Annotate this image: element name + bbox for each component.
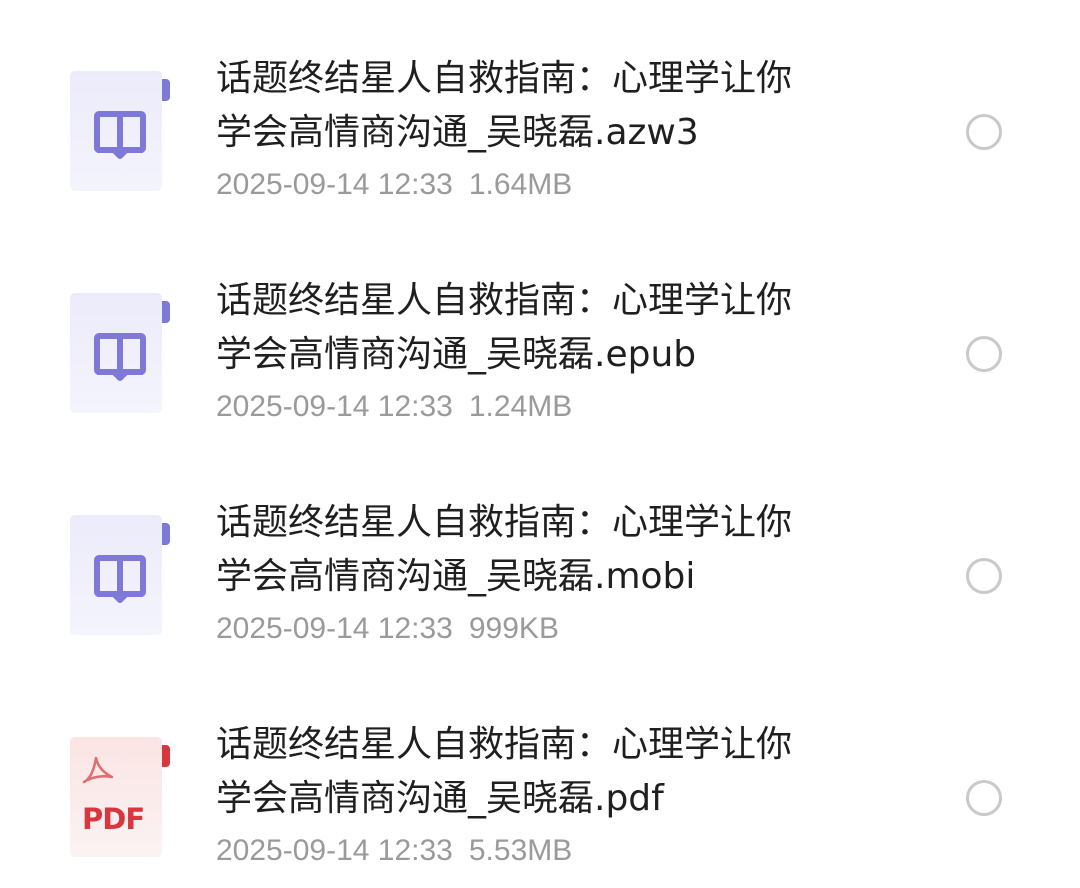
ebook-icon: [70, 293, 170, 413]
file-row[interactable]: 话题终结星人自救指南：心理学让你 学会高情商沟通_吴晓磊.mobi 2025-0…: [0, 444, 1080, 666]
file-row[interactable]: 话题终结星人自救指南：心理学让你 学会高情商沟通_吴晓磊.epub 2025-0…: [0, 222, 1080, 444]
file-meta: 2025-09-14 12:33 5.53MB: [216, 834, 572, 868]
select-radio[interactable]: [966, 114, 1002, 150]
file-name: 话题终结星人自救指南：心理学让你 学会高情商沟通_吴晓磊.mobi: [216, 496, 856, 604]
file-meta: 2025-09-14 12:33 999KB: [216, 612, 559, 646]
acrobat-logo-icon: [82, 756, 114, 784]
file-size: 1.24MB: [468, 390, 573, 423]
file-name-line1: 话题终结星人自救指南：心理学让你: [216, 280, 793, 321]
file-name-line1: 话题终结星人自救指南：心理学让你: [216, 724, 793, 765]
file-date: 2025-09-14 12:33: [216, 168, 453, 201]
select-radio[interactable]: [966, 336, 1002, 372]
file-date: 2025-09-14 12:33: [216, 834, 453, 867]
pdf-label: PDF: [82, 802, 145, 836]
file-name-line2: 学会高情商沟通_吴晓磊.mobi: [216, 556, 696, 597]
file-date: 2025-09-14 12:33: [216, 390, 453, 423]
file-name: 话题终结星人自救指南：心理学让你 学会高情商沟通_吴晓磊.azw3: [216, 52, 856, 160]
file-row[interactable]: PDF 话题终结星人自救指南：心理学让你 学会高情商沟通_吴晓磊.pdf 202…: [0, 666, 1080, 888]
file-row[interactable]: 话题终结星人自救指南：心理学让你 学会高情商沟通_吴晓磊.azw3 2025-0…: [0, 0, 1080, 222]
file-list: 话题终结星人自救指南：心理学让你 学会高情商沟通_吴晓磊.azw3 2025-0…: [0, 0, 1080, 882]
file-size: 1.64MB: [468, 168, 573, 201]
file-name-line1: 话题终结星人自救指南：心理学让你: [216, 502, 793, 543]
select-radio[interactable]: [966, 558, 1002, 594]
file-name-line2: 学会高情商沟通_吴晓磊.pdf: [216, 778, 664, 819]
file-name-line2: 学会高情商沟通_吴晓磊.epub: [216, 334, 697, 375]
ebook-icon: [70, 515, 170, 635]
file-name-line1: 话题终结星人自救指南：心理学让你: [216, 58, 793, 99]
file-size: 5.53MB: [468, 834, 573, 867]
file-meta: 2025-09-14 12:33 1.64MB: [216, 168, 572, 202]
file-name: 话题终结星人自救指南：心理学让你 学会高情商沟通_吴晓磊.epub: [216, 274, 856, 382]
pdf-icon: PDF: [70, 737, 170, 857]
file-name-line2: 学会高情商沟通_吴晓磊.azw3: [216, 112, 699, 153]
file-name: 话题终结星人自救指南：心理学让你 学会高情商沟通_吴晓磊.pdf: [216, 718, 856, 826]
file-meta: 2025-09-14 12:33 1.24MB: [216, 390, 572, 424]
file-size: 999KB: [468, 612, 559, 645]
select-radio[interactable]: [966, 780, 1002, 816]
ebook-icon: [70, 71, 170, 191]
file-date: 2025-09-14 12:33: [216, 612, 453, 645]
